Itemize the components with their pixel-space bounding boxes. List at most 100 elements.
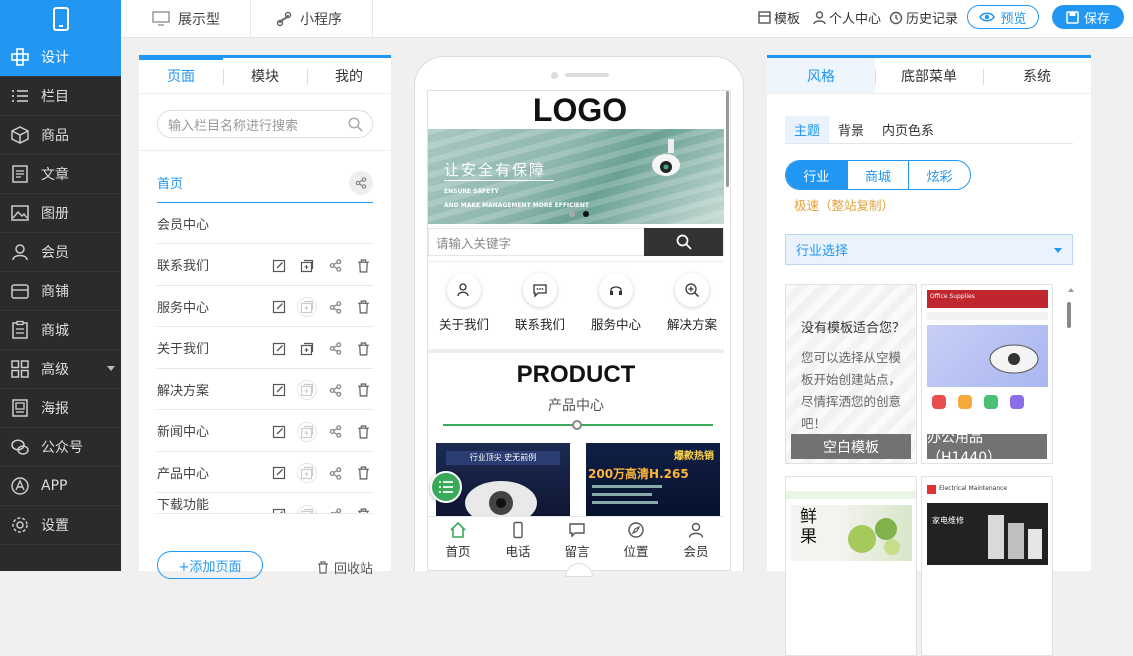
- recycle-bin-button[interactable]: 回收站: [317, 558, 373, 577]
- copy-icon[interactable]: [297, 504, 317, 513]
- sidebar-item-columns[interactable]: 栏目: [0, 77, 121, 116]
- site-tab-phone[interactable]: 电话: [488, 517, 548, 560]
- edit-icon[interactable]: [269, 380, 289, 400]
- preview-button[interactable]: 预览: [967, 5, 1039, 29]
- trash-icon[interactable]: [353, 422, 373, 442]
- sidebar-item-articles[interactable]: 文章: [0, 155, 121, 194]
- site-nav-about[interactable]: 关于我们: [434, 273, 494, 333]
- edit-icon[interactable]: [269, 339, 289, 359]
- banner-dot-active[interactable]: [583, 211, 589, 217]
- copy-icon[interactable]: [297, 256, 317, 276]
- site-tab-message[interactable]: 留言: [547, 517, 607, 560]
- float-menu-button[interactable]: [430, 471, 462, 503]
- sidebar-item-wechat[interactable]: 公众号: [0, 428, 121, 467]
- template-card-office[interactable]: Office Supplies 办公用品（H1440）: [921, 284, 1053, 464]
- sidebar-item-settings[interactable]: 设置: [0, 506, 121, 545]
- trash-icon[interactable]: [353, 297, 373, 317]
- personal-center-button[interactable]: 个人中心: [813, 8, 881, 27]
- trash-icon[interactable]: [353, 505, 373, 513]
- segment-colorful[interactable]: 炫彩: [908, 161, 970, 189]
- page-item[interactable]: 新闻中心: [157, 411, 373, 452]
- subtab-inner-color[interactable]: 内页色系: [873, 116, 943, 143]
- tab-mine[interactable]: 我的: [307, 58, 391, 93]
- search-icon[interactable]: [348, 117, 363, 132]
- scroll-thumb[interactable]: [1067, 302, 1071, 328]
- page-item[interactable]: 服务中心: [157, 286, 373, 327]
- sidebar-item-advanced[interactable]: 高级: [0, 350, 121, 389]
- trash-icon[interactable]: [353, 256, 373, 276]
- share-icon[interactable]: [325, 339, 345, 359]
- sidebar-item-members[interactable]: 会员: [0, 233, 121, 272]
- history-button[interactable]: 历史记录: [889, 8, 958, 27]
- trash-icon[interactable]: [353, 380, 373, 400]
- edit-icon[interactable]: [269, 297, 289, 317]
- copy-icon[interactable]: [297, 297, 317, 317]
- site-tab-home[interactable]: 首页: [428, 517, 488, 560]
- tab-modules[interactable]: 模块: [223, 58, 307, 93]
- industry-select[interactable]: 行业选择: [785, 234, 1073, 265]
- tab-system[interactable]: 系统: [983, 58, 1091, 93]
- template-scrollbar[interactable]: [1066, 288, 1076, 578]
- mode-miniprogram-tab[interactable]: 小程序: [276, 0, 342, 38]
- page-item[interactable]: 产品中心: [157, 452, 373, 493]
- save-button[interactable]: 保存: [1052, 5, 1124, 29]
- segment-mall[interactable]: 商城: [846, 161, 909, 189]
- product-card-2[interactable]: 爆款热销 200万高清H.265: [586, 443, 720, 523]
- share-icon[interactable]: [325, 505, 345, 513]
- sidebar-item-products[interactable]: 商品: [0, 116, 121, 155]
- site-nav-service[interactable]: 服务中心: [586, 273, 646, 333]
- page-item[interactable]: 关于我们: [157, 328, 373, 369]
- subtab-background[interactable]: 背景: [829, 116, 873, 143]
- edit-icon[interactable]: [269, 422, 289, 442]
- site-tab-location[interactable]: 位置: [606, 517, 666, 560]
- copy-icon[interactable]: [297, 421, 317, 442]
- share-icon[interactable]: [325, 297, 345, 317]
- scroll-up-icon[interactable]: [1068, 288, 1074, 292]
- share-icon[interactable]: [325, 256, 345, 276]
- sidebar-item-gallery[interactable]: 图册: [0, 194, 121, 233]
- page-search-input[interactable]: 输入栏目名称进行搜索: [157, 110, 373, 138]
- site-logo[interactable]: LOGO: [428, 91, 730, 129]
- copy-icon[interactable]: [297, 380, 317, 400]
- segment-industry[interactable]: 行业: [786, 161, 847, 189]
- banner-image[interactable]: 让安全有保障 ENSURE SAFETY AND MAKE MANAGEMENT…: [428, 129, 724, 224]
- template-card-blank[interactable]: 没有模板适合您？ 您可以选择从空模板开始创建站点，尽情挥洒您的创意吧！ 空白模板: [785, 284, 917, 464]
- page-item-home[interactable]: 首页: [157, 162, 373, 203]
- sidebar-item-poster[interactable]: 海报: [0, 389, 121, 428]
- edit-icon[interactable]: [269, 505, 289, 513]
- speed-note[interactable]: 极速（整站复制）: [794, 195, 894, 214]
- template-card-fruit[interactable]: 鲜果: [785, 476, 917, 656]
- template-button[interactable]: 模板: [758, 8, 800, 27]
- page-item[interactable]: 联系我们: [157, 245, 373, 286]
- sidebar-item-design[interactable]: 设计: [0, 38, 121, 77]
- edit-icon[interactable]: [269, 256, 289, 276]
- tab-bottom-menu[interactable]: 底部菜单: [875, 58, 983, 93]
- trash-icon[interactable]: [353, 339, 373, 359]
- share-icon[interactable]: [325, 380, 345, 400]
- subtab-theme[interactable]: 主题: [785, 116, 829, 143]
- sidebar-item-mall[interactable]: 商城: [0, 311, 121, 350]
- add-page-button[interactable]: +添加页面: [157, 551, 263, 579]
- copy-icon[interactable]: [297, 463, 317, 483]
- site-tab-member[interactable]: 会员: [666, 517, 726, 560]
- site-nav-solution[interactable]: 解决方案: [662, 273, 722, 333]
- page-item-member[interactable]: 会员中心: [157, 203, 373, 244]
- copy-icon[interactable]: [297, 339, 317, 359]
- screen-scrollbar[interactable]: [726, 91, 729, 187]
- banner-dot[interactable]: [569, 211, 575, 217]
- sidebar-item-shops[interactable]: 商铺: [0, 272, 121, 311]
- site-search-button[interactable]: [644, 228, 723, 256]
- page-item[interactable]: 解决方案: [157, 369, 373, 410]
- edit-icon[interactable]: [269, 463, 289, 483]
- site-nav-contact[interactable]: 联系我们: [510, 273, 570, 333]
- tab-style[interactable]: 风格: [767, 58, 875, 93]
- tab-pages[interactable]: 页面: [139, 58, 223, 93]
- mode-display-tab[interactable]: 展示型: [152, 0, 220, 38]
- page-item[interactable]: 下载功能: [157, 494, 373, 514]
- share-icon[interactable]: [325, 422, 345, 442]
- template-card-electrical[interactable]: Electrical Maintenance 家电维修: [921, 476, 1053, 656]
- share-icon[interactable]: [325, 463, 345, 483]
- trash-icon[interactable]: [353, 463, 373, 483]
- app-logo[interactable]: [0, 0, 121, 38]
- sidebar-item-app[interactable]: APP: [0, 467, 121, 506]
